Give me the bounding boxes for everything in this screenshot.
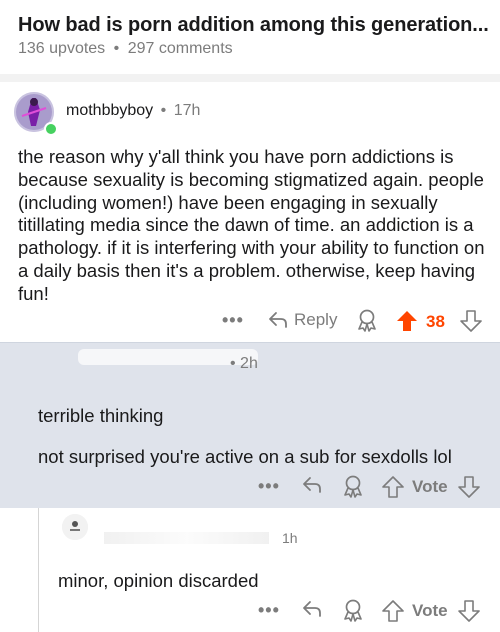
- award-icon: [342, 474, 364, 498]
- vote-label: Vote: [412, 477, 448, 496]
- more-options-button[interactable]: •••: [258, 600, 280, 621]
- upvote-count: 136 upvotes: [18, 40, 106, 57]
- header-divider: [0, 74, 500, 82]
- reply-icon: [268, 311, 288, 329]
- comment-body-line: not surprised you're active on a sub for…: [38, 446, 452, 467]
- comment-body: minor, opinion discarded: [58, 570, 259, 591]
- reply-button[interactable]: [302, 476, 322, 494]
- reply-button[interactable]: [302, 600, 322, 618]
- upvote-button[interactable]: [382, 600, 404, 622]
- comment-actions: ••• Vote: [258, 598, 494, 626]
- post-title[interactable]: How bad is porn addition among this gene…: [18, 14, 489, 37]
- upvote-button[interactable]: [382, 476, 404, 498]
- post-header: [0, 0, 500, 74]
- award-button[interactable]: [342, 598, 364, 622]
- award-icon: [356, 308, 378, 332]
- reply-label: Reply: [294, 310, 338, 329]
- reply-icon: [302, 600, 322, 618]
- comment-actions: ••• Reply 38: [222, 308, 492, 336]
- upvote-icon: [396, 310, 418, 332]
- post-meta: 136 upvotes • 297 comments: [18, 40, 233, 58]
- comment-body: the reason why y'all think you have porn…: [18, 146, 485, 304]
- redacted-username: [104, 532, 269, 544]
- award-icon: [342, 598, 364, 622]
- comment-actions: ••• Vote: [258, 474, 494, 502]
- downvote-icon: [458, 476, 480, 498]
- upvote-icon: [382, 476, 404, 498]
- meta-separator: •: [160, 102, 167, 119]
- score: 38: [426, 312, 445, 331]
- meta-separator: •: [113, 40, 120, 57]
- reply-icon: [302, 476, 322, 494]
- downvote-icon: [460, 310, 482, 332]
- online-indicator-icon: [44, 122, 58, 136]
- downvote-button[interactable]: [458, 600, 480, 622]
- comment-count: 297 comments: [127, 40, 233, 57]
- downvote-icon: [458, 600, 480, 622]
- more-options-button[interactable]: •••: [222, 310, 244, 331]
- award-button[interactable]: [356, 308, 378, 332]
- comment-time: • 2h: [230, 355, 258, 372]
- downvote-button[interactable]: [460, 310, 482, 332]
- more-options-button[interactable]: •••: [258, 476, 280, 497]
- thread-divider: [0, 342, 500, 343]
- thread-line[interactable]: [38, 508, 39, 632]
- comment-time: 1h: [282, 530, 298, 546]
- username[interactable]: mothbbyboy: [66, 102, 153, 119]
- award-button[interactable]: [342, 474, 364, 498]
- comment-meta: 1h: [282, 530, 298, 546]
- reply-button[interactable]: Reply: [268, 310, 337, 330]
- upvote-button[interactable]: [396, 310, 418, 332]
- vote-label: Vote: [412, 601, 448, 620]
- upvote-icon: [382, 600, 404, 622]
- comment-time: 17h: [173, 102, 201, 119]
- comment-body-line: terrible thinking: [38, 405, 164, 426]
- comment-meta: mothbbyboy • 17h: [66, 102, 200, 120]
- downvote-button[interactable]: [458, 476, 480, 498]
- avatar[interactable]: [62, 514, 88, 540]
